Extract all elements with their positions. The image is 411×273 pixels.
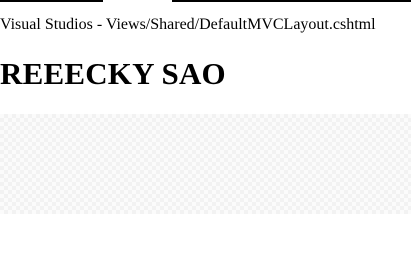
top-border-segment-left — [0, 0, 103, 2]
background-pattern-band — [0, 114, 411, 214]
page-title: REEECKY SAO — [0, 56, 226, 91]
top-border-segment-right — [172, 0, 411, 2]
top-border — [0, 0, 411, 2]
page-subtitle: Visual Studios - Views/Shared/DefaultMVC… — [0, 16, 376, 33]
